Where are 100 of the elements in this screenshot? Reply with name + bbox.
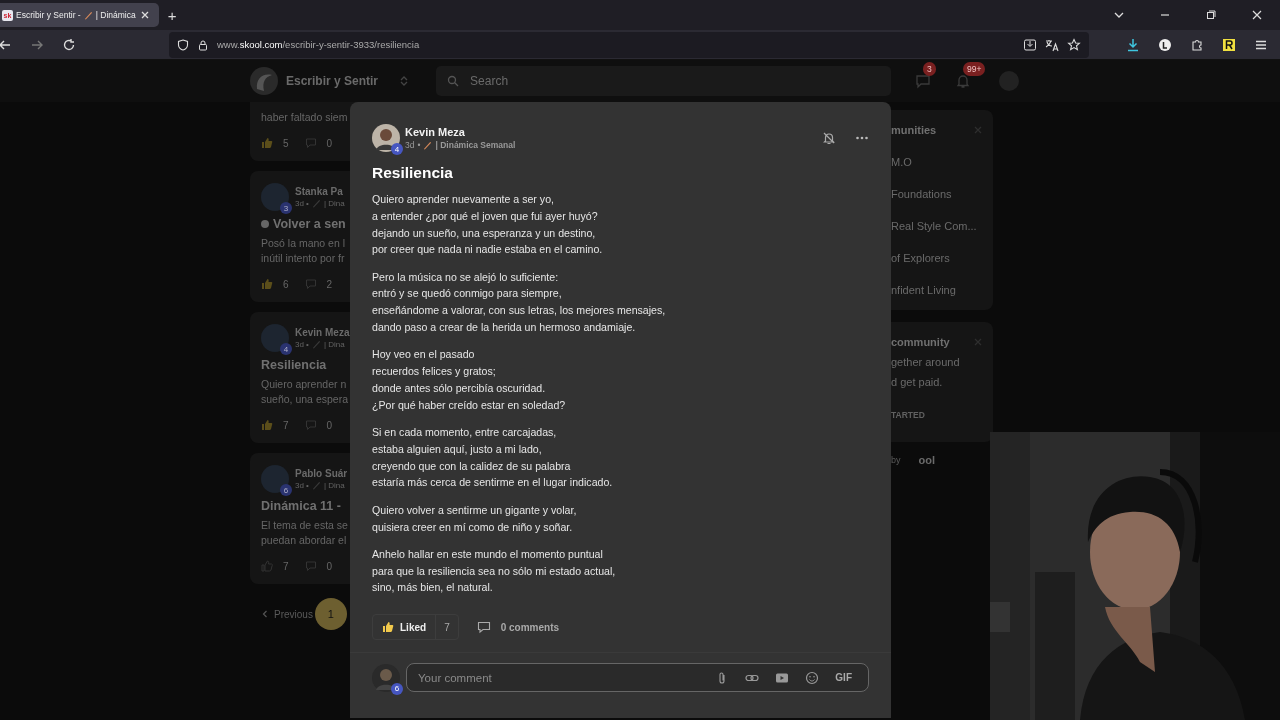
new-tab-button[interactable]: +	[167, 6, 177, 24]
avatar	[261, 465, 289, 493]
notification-badge: 99+	[963, 62, 986, 76]
skool-logo[interactable]: ool	[918, 454, 935, 466]
like-count: 6	[283, 278, 289, 290]
poem-line: Si en cada momento, entre carcajadas,	[372, 425, 558, 441]
author-name[interactable]: Stanka Pa	[295, 186, 343, 197]
like-count[interactable]: 7	[436, 615, 458, 640]
thumbs-up-filled-icon[interactable]	[261, 137, 273, 149]
post-excerpt: haber faltado siem	[261, 111, 348, 123]
post-title[interactable]: Resiliencia	[261, 358, 327, 372]
like-count: 7	[283, 560, 289, 572]
poem-line: quisiera creer en mí como de niño y soñar.	[372, 519, 574, 535]
post-age: 3d	[405, 140, 415, 150]
post-excerpt: puedan abordar el	[261, 534, 347, 546]
thumbs-up-icon[interactable]	[261, 560, 273, 572]
community-link[interactable]: Foundations	[891, 188, 952, 200]
community-name[interactable]: Escribir y Sentir	[286, 74, 379, 88]
post-title[interactable]: Volver a sen	[273, 217, 346, 231]
like-count: 5	[283, 137, 289, 149]
poem-line: por creer que nada ni nadie estaba en el camino.	[372, 242, 604, 258]
poem-line: a entender ¿por qué el joven que fui ayer huyó?	[372, 208, 599, 224]
post-meta: 3d •	[295, 340, 309, 349]
poem-line: recuerdos felices y gratos;	[372, 364, 497, 380]
avatar[interactable]	[372, 124, 400, 152]
comment-icon[interactable]	[476, 620, 491, 635]
category-label[interactable]: | Dinámica Semanal	[435, 140, 516, 150]
bell-icon[interactable]	[822, 131, 836, 145]
community-logo[interactable]	[250, 67, 278, 95]
post-excerpt: sueño, una espera	[261, 393, 348, 405]
install-icon[interactable]	[1023, 37, 1037, 52]
restore-icon[interactable]	[1205, 9, 1217, 21]
download-icon[interactable]	[1126, 37, 1140, 52]
comment-field[interactable]: Your comment GIF	[406, 663, 869, 693]
poem-line: Quiero volver a sentirme un gigante y volar,	[372, 502, 578, 518]
poem-line: estaba alguien aquí, justo a mi lado,	[372, 441, 543, 457]
author-name[interactable]: Pablo Suár	[295, 468, 348, 479]
community-link[interactable]: of Explorers	[891, 252, 950, 264]
notification-badge: 3	[923, 62, 936, 76]
reload-icon[interactable]	[62, 37, 76, 52]
poem-line: dando paso a crear de la herida un hermoso andamiaje.	[372, 320, 637, 336]
poem-line: Hoy veo en el pasado	[372, 347, 476, 363]
brush-icon	[311, 199, 321, 208]
card-title: munities	[891, 124, 937, 136]
category-label: | Dina	[323, 340, 345, 349]
poem-line: dejando un sueño, una esperanza y un destino,	[372, 225, 597, 241]
shield-icon	[177, 38, 189, 51]
url-text: www.skool.com/escribir-y-sentir-3933/resiliencia	[217, 39, 420, 50]
page-button[interactable]: 1	[314, 598, 347, 630]
community-link[interactable]: nfident Living	[891, 284, 956, 296]
search-icon	[447, 75, 460, 87]
extension-icon[interactable]	[1222, 37, 1236, 52]
brush-icon	[311, 340, 321, 349]
poem-line: estaría más cerca de sentirme en el lugar indicado.	[372, 475, 614, 491]
post-excerpt: inútil intento por fr	[261, 252, 345, 264]
post-meta: 3d •	[295, 481, 309, 490]
author-name[interactable]: Kevin Meza	[405, 126, 465, 138]
brush-icon	[83, 10, 93, 20]
poem-line: Pero la música no se alejó lo suficiente:	[372, 269, 560, 285]
extension-icon[interactable]	[1158, 37, 1172, 52]
author-name[interactable]: Kevin Meza	[295, 327, 350, 338]
poem-line: creyendo que con la calidez de su palabra	[372, 458, 572, 474]
puzzle-icon[interactable]	[1190, 37, 1204, 52]
search-field[interactable]: Search	[436, 66, 892, 96]
poem-line: Anhelo hallar en este mundo el momento puntual	[372, 546, 604, 562]
poem-line: donde antes sólo percibía oscuridad.	[372, 380, 547, 396]
star-icon[interactable]	[1067, 37, 1081, 52]
separator: •	[417, 140, 421, 150]
card-text: d get paid.	[891, 376, 943, 388]
poem-line: entró y se quedó conmigo para siempre,	[372, 286, 563, 302]
translate-icon[interactable]	[1045, 37, 1059, 52]
brush-icon	[311, 481, 321, 490]
post-title[interactable]: Dinámica 11 -	[261, 499, 341, 513]
comment-count: 0	[326, 560, 333, 572]
comment-count: 0	[326, 137, 333, 149]
avatar	[372, 663, 400, 692]
like-count: 7	[283, 419, 289, 431]
lock-icon	[197, 38, 209, 51]
community-link[interactable]: M.O	[891, 156, 912, 168]
category-label: | Dina	[323, 199, 345, 208]
level-badge: 4	[280, 343, 292, 355]
level-badge: 4	[391, 143, 403, 155]
poem-line: ¿Por qué haber creído estar en soledad?	[372, 397, 567, 413]
poem-line: Quiero aprender nuevamente a ser yo,	[372, 192, 555, 207]
emoji-icon[interactable]	[805, 670, 820, 685]
poem-line: para que la resiliencia sea no sólo mi estado actual,	[372, 563, 617, 579]
thumbs-up-filled-icon[interactable]	[261, 419, 273, 431]
community-link[interactable]: Real Style Com...	[891, 220, 977, 232]
address-bar[interactable]: www.skool.com/escribir-y-sentir-3933/resiliencia	[169, 31, 1089, 58]
comment-count[interactable]: 0 comments	[500, 621, 560, 633]
like-button[interactable]: Liked	[373, 615, 437, 640]
brush-icon	[423, 140, 433, 150]
gif-button[interactable]: GIF	[835, 672, 852, 684]
card-title: community	[891, 336, 950, 348]
get-started-button[interactable]: TARTED	[891, 402, 925, 428]
thumbs-up-filled-icon[interactable]	[261, 278, 273, 290]
category-label: | Dina	[323, 481, 345, 490]
post-meta: 3d •	[295, 199, 309, 208]
previous-link[interactable]: Previous	[274, 608, 313, 620]
comment-count: 0	[326, 419, 333, 431]
